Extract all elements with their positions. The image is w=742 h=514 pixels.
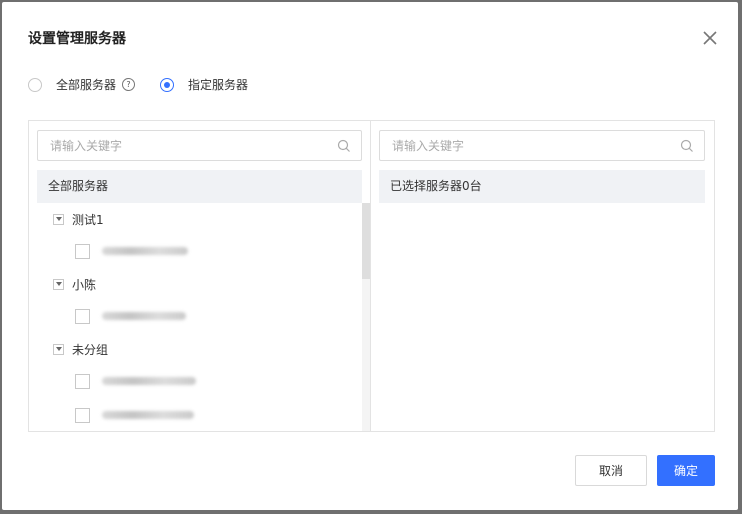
confirm-button[interactable]: 确定 [657,455,715,486]
search-icon[interactable] [680,139,694,153]
cancel-button[interactable]: 取消 [575,455,647,486]
close-icon[interactable] [700,28,720,48]
tree-scrollbar[interactable] [362,203,370,431]
server-checkbox[interactable] [75,373,90,389]
selected-count-header: 已选择服务器0台 [379,170,705,203]
tree-group-node[interactable]: 小陈 [53,274,96,294]
server-leaf[interactable] [75,372,196,390]
question-circle-icon[interactable]: ? [122,78,136,91]
radio-specified-servers-label: 指定服务器 [188,78,249,92]
server-checkbox[interactable] [75,407,90,423]
server-checkbox[interactable] [75,243,90,259]
right-search-input[interactable] [380,130,680,161]
all-servers-header[interactable]: 全部服务器 [37,170,362,203]
radio-circle-checked[interactable] [160,77,175,92]
manage-servers-dialog: 设置管理服务器 全部服务器 ? 指定服务器 全部服务器 测试1 [2,2,738,510]
radio-specified-servers[interactable]: 指定服务器 [160,76,248,93]
selected-servers-panel: 已选择服务器0台 [371,120,715,432]
server-leaf[interactable] [75,242,188,260]
server-leaf[interactable] [75,307,186,325]
left-search-input[interactable] [38,130,337,161]
radio-circle[interactable] [28,77,42,92]
group-label: 小陈 [72,277,97,292]
right-search-box [379,130,705,161]
server-scope-radio-group: 全部服务器 ? 指定服务器 [28,76,248,93]
redacted-ip-text [102,411,194,419]
redacted-ip-text [102,312,186,320]
search-icon[interactable] [337,139,351,153]
dialog-title: 设置管理服务器 [28,31,126,47]
scrollbar-thumb[interactable] [362,203,370,279]
tree-group-node[interactable]: 测试1 [53,209,104,229]
left-search-box [37,130,362,161]
redacted-ip-text [102,377,196,385]
radio-all-servers-label: 全部服务器 [56,78,117,92]
tree-group-node[interactable]: 未分组 [53,339,108,359]
server-checkbox[interactable] [75,308,90,324]
server-leaf[interactable] [75,406,194,424]
group-label: 未分组 [72,342,109,357]
collapse-caret-icon[interactable] [53,213,64,225]
group-label: 测试1 [72,212,104,227]
collapse-caret-icon[interactable] [53,343,64,355]
collapse-caret-icon[interactable] [53,278,64,290]
available-servers-panel: 全部服务器 测试1 小陈 未分组 [28,120,371,432]
redacted-ip-text [102,247,188,255]
radio-all-servers[interactable]: 全部服务器 ? [28,76,136,93]
